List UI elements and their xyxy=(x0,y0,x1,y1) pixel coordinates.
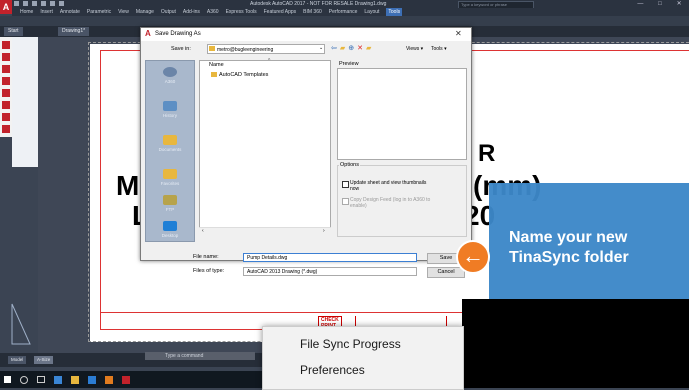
place-ftp[interactable]: FTP xyxy=(146,195,194,212)
place-favorites[interactable]: Favorites xyxy=(146,169,194,186)
sort-arrow-icon: ^ xyxy=(268,58,271,64)
layout-tab-model[interactable]: Model xyxy=(8,356,27,364)
desktop-icon xyxy=(163,221,177,231)
file-name-label: File name: xyxy=(193,254,219,260)
file-type-label: Files of type: xyxy=(193,268,225,274)
cloud-icon xyxy=(163,67,177,77)
file-type-select[interactable]: AutoCAD 2013 Drawing (*.dwg) xyxy=(243,267,417,276)
places-sidebar: A360 History Documents Favorites FTP Des… xyxy=(145,60,195,242)
ribbon-tab-performance[interactable]: Performance xyxy=(329,8,358,16)
update-thumbnails-label: Update sheet and view thumbnails now xyxy=(350,180,427,192)
ribbon-tab-insert[interactable]: Insert xyxy=(40,8,53,16)
folder-icon xyxy=(209,46,215,51)
cortana-icon[interactable] xyxy=(20,375,28,384)
close-icon[interactable]: ✕ xyxy=(677,0,682,8)
ribbon-tab-a360[interactable]: A360 xyxy=(207,8,219,16)
ribbon-tab-bim360[interactable]: BIM 360 xyxy=(303,8,322,16)
doc-tab-drawing1[interactable]: Drawing1* xyxy=(58,27,90,36)
context-menu: File Sync Progress Preferences xyxy=(262,326,464,390)
window-controls[interactable]: — □ ✕ xyxy=(630,0,689,8)
copy-design-feed-label: Copy Design Feed (log in to A360 to enab… xyxy=(350,197,431,209)
horizontal-scrollbar[interactable]: ‹ › xyxy=(199,227,331,236)
ribbon-tab-express-tools[interactable]: Express Tools xyxy=(226,8,257,16)
autocad-taskbar-icon[interactable] xyxy=(122,375,130,384)
ribbon-tab-manage[interactable]: Manage xyxy=(136,8,154,16)
folder-icon xyxy=(211,72,217,78)
dark-overlay xyxy=(462,299,689,388)
ribbon-tab-parametric[interactable]: Parametric xyxy=(87,8,111,16)
list-item[interactable]: AutoCAD Templates xyxy=(211,72,268,78)
copy-design-feed-checkbox xyxy=(342,198,349,205)
ucs-icon xyxy=(11,303,31,345)
ftp-icon xyxy=(163,195,177,205)
autocad-logo[interactable]: A xyxy=(0,0,12,14)
place-history[interactable]: History xyxy=(146,101,194,118)
ribbon-tab-output[interactable]: Output xyxy=(161,8,176,16)
app-icon[interactable] xyxy=(105,375,113,384)
ribbon-tab-view[interactable]: View xyxy=(118,8,129,16)
task-view-icon[interactable] xyxy=(37,376,45,383)
ribbon-panel xyxy=(0,16,689,26)
history-icon xyxy=(163,101,177,111)
views-menu[interactable]: Views ▾ xyxy=(406,46,423,52)
drawing-text-right-1: R xyxy=(478,140,496,167)
command-line[interactable]: Type a command xyxy=(145,352,255,360)
menu-item-file-sync-progress[interactable]: File Sync Progress xyxy=(300,337,401,351)
new-folder-icon[interactable]: ▰ xyxy=(366,44,371,52)
tutorial-text: Name your new TinaSync folder xyxy=(509,229,629,266)
cancel-button[interactable]: Cancel xyxy=(427,267,465,278)
ribbon-tab-annotate[interactable]: Annotate xyxy=(60,8,80,16)
scroll-right-icon[interactable]: › xyxy=(323,228,325,234)
tools-menu[interactable]: Tools ▾ xyxy=(431,46,447,52)
minimize-icon[interactable]: — xyxy=(637,0,643,8)
update-thumbnails-checkbox[interactable] xyxy=(342,181,349,188)
arrow-left-icon: ← xyxy=(456,240,490,274)
place-documents[interactable]: Documents xyxy=(146,135,194,152)
maximize-icon[interactable]: □ xyxy=(658,0,662,8)
windows-start-icon[interactable] xyxy=(4,376,11,383)
ribbon-tab-tools[interactable]: Tools xyxy=(386,8,403,16)
drawing-text-left-1: M xyxy=(116,170,140,201)
documents-icon xyxy=(163,135,177,145)
column-header-name[interactable]: Name xyxy=(209,62,224,68)
save-drawing-dialog: A Save Drawing As ✕ Save in: metro@bugle… xyxy=(140,27,472,278)
file-explorer-icon[interactable] xyxy=(71,375,79,384)
file-list[interactable] xyxy=(199,60,331,236)
tool-palette[interactable] xyxy=(0,37,12,137)
ribbon-tabs: Home Insert Annotate Parametric View Man… xyxy=(12,8,689,16)
preview-pane xyxy=(337,68,467,160)
ribbon-tab-addins[interactable]: Add-ins xyxy=(183,8,200,16)
save-in-dropdown[interactable]: metro@bugleengineering xyxy=(207,44,325,54)
edge-icon[interactable] xyxy=(54,375,62,384)
back-icon[interactable]: ⇦ xyxy=(331,44,337,52)
chevron-down-icon[interactable]: ⌄ xyxy=(319,45,323,51)
scroll-left-icon[interactable]: ‹ xyxy=(202,228,204,234)
place-a360[interactable]: A360 xyxy=(146,67,194,84)
layout-tab-a-size[interactable]: A-Size xyxy=(34,356,54,364)
dialog-close-icon[interactable]: ✕ xyxy=(455,29,462,38)
ribbon-tab-home[interactable]: Home xyxy=(20,8,33,16)
quick-access-toolbar[interactable] xyxy=(14,1,64,7)
place-desktop[interactable]: Desktop xyxy=(146,221,194,238)
doc-tab-start[interactable]: Start xyxy=(4,27,23,36)
preview-label: Preview xyxy=(339,61,359,67)
menu-item-preferences[interactable]: Preferences xyxy=(300,363,365,377)
autocad-icon: A xyxy=(145,29,151,38)
delete-icon[interactable]: ✕ xyxy=(357,44,363,52)
palette-panel xyxy=(12,37,38,167)
save-in-label: Save in: xyxy=(171,46,191,52)
ribbon-tab-featured-apps[interactable]: Featured Apps xyxy=(264,8,297,16)
dialog-title: Save Drawing As xyxy=(155,31,201,37)
ribbon-tab-layout[interactable]: Layout xyxy=(364,8,379,16)
app-title: Autodesk AutoCAD 2017 - NOT FOR RESALE D… xyxy=(250,1,387,7)
search-web-icon[interactable]: ⊕ xyxy=(348,44,354,52)
file-name-input[interactable]: Pump Details.dwg xyxy=(243,253,417,262)
store-icon[interactable] xyxy=(88,375,96,384)
up-folder-icon[interactable]: ▰ xyxy=(340,44,345,52)
dialog-toolbar: ⇦ ▰ ⊕ ✕ ▰ xyxy=(331,44,371,52)
options-label: Options xyxy=(339,162,360,168)
favorites-icon xyxy=(163,169,177,179)
